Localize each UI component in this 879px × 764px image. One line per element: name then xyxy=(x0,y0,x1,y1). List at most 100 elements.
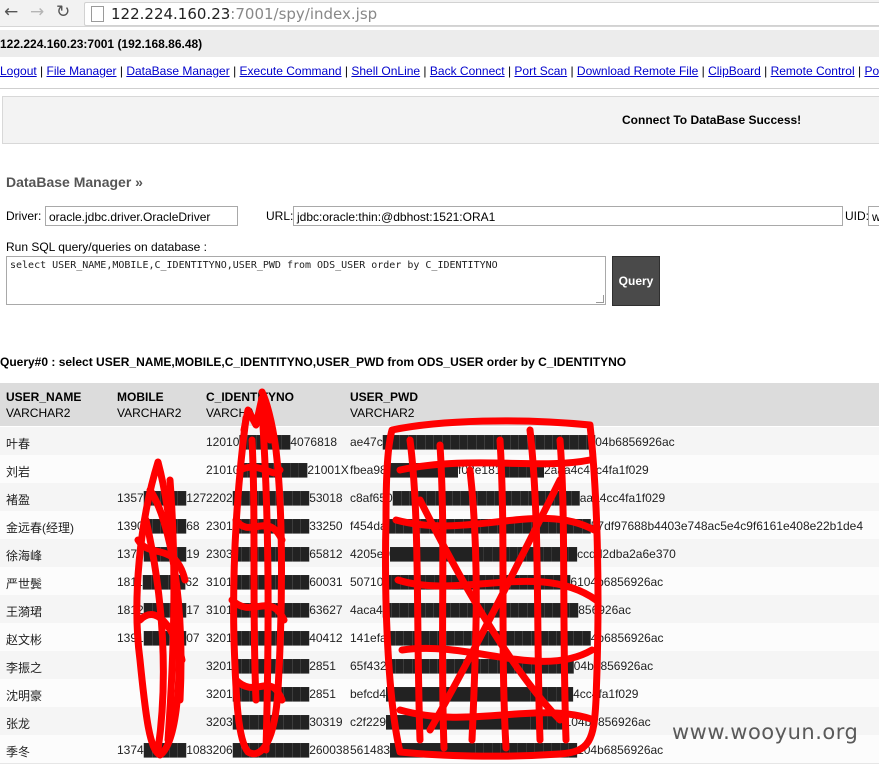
table-header: USER_NAME VARCHAR2 MOBILE VARCHAR2 C_IDENT… xyxy=(0,383,879,426)
password-cell: 141efa████████████████████████4b6856926a… xyxy=(350,631,664,645)
identity-cell: 3206█████████260038 xyxy=(206,743,350,757)
menu-link[interactable]: Shell OnLine xyxy=(351,64,420,78)
menu-separator: | xyxy=(698,64,709,78)
url-label: URL: xyxy=(266,209,294,223)
identity-cell: 12010██████4076818 xyxy=(206,435,338,449)
identity-cell: 3101█████████60031 xyxy=(206,575,343,589)
password-cell: 4aca4███████████████████████856926ac xyxy=(350,603,631,617)
password-cell: fbea98f████████f02e181█████2aaa4c4cc4fa1… xyxy=(350,463,649,477)
identity-cell: 3201█████████2851 xyxy=(206,659,336,673)
identity-cell: 3101█████████63627 xyxy=(206,603,343,617)
table-row: 褚盈 1357█████127 2202█████████53018 c8af650█… xyxy=(0,483,879,512)
password-cell: f454da████████████████████████57df97688b… xyxy=(350,519,864,533)
table-row: 王漪珺 1812█████17 3101█████████63627 4aca4███… xyxy=(0,595,879,624)
menu-link[interactable]: Remote Control xyxy=(771,64,855,78)
password-cell: 50710██████████████████████6104b6856926a… xyxy=(350,575,664,589)
divider xyxy=(0,88,879,89)
menu-link[interactable]: ClipBoard xyxy=(708,64,761,78)
column-header: C_IDENTITYNO VARCHAR2 xyxy=(206,390,295,420)
address-bar[interactable]: 122.224.160.23:7001/spy/index.jsp xyxy=(84,2,879,26)
menu-separator: | xyxy=(854,64,865,78)
status-message: Connect To DataBase Success! xyxy=(622,113,802,127)
table-row: 叶春 12010██████4076818 ae47c███████████████… xyxy=(0,427,879,456)
browser-toolbar: ← → ↻ 122.224.160.23:7001/spy/index.jsp xyxy=(0,0,879,27)
menu-separator: | xyxy=(420,64,430,78)
table-row: 赵文彬 1391█████07 3201█████████40412 141efa██… xyxy=(0,623,879,652)
menu-separator: | xyxy=(36,64,47,78)
driver-label: Driver: xyxy=(6,209,42,223)
uid-label: UID: xyxy=(845,209,869,223)
driver-input[interactable]: oracle.jdbc.driver.OracleDriver xyxy=(45,206,238,226)
table-row: 严世鬓 1811█████62 3101█████████60031 50710███… xyxy=(0,567,879,596)
mobile-cell: 1390█████68 xyxy=(117,519,200,533)
password-cell: befcd4██████████████████████4cc4fa1f029 xyxy=(350,687,639,701)
host-info: 122.224.160.23:7001 (192.168.86.48) xyxy=(0,37,203,51)
reload-icon[interactable]: ↻ xyxy=(56,2,70,22)
arrow-right-icon[interactable]: → xyxy=(30,2,44,22)
menu-separator: | xyxy=(229,64,240,78)
password-cell: c2f229█████████████████████104b6856926ac xyxy=(350,715,651,729)
status-message-box: Connect To DataBase Success! xyxy=(2,96,879,144)
main-menu: Logout | File Manager | DataBase Manager… xyxy=(0,64,879,80)
section-title: DataBase Manager » xyxy=(6,174,143,190)
identity-cell: 3201█████████2851 xyxy=(206,687,336,701)
user-name-cell: 金远春(经理) xyxy=(6,521,74,535)
column-header: MOBILE VARCHAR2 xyxy=(117,390,182,420)
menu-link[interactable]: Download Remote File xyxy=(577,64,698,78)
query-title: Query#0 : select USER_NAME,MOBILE,C_IDEN… xyxy=(0,355,627,369)
mobile-cell: 1377█████19 xyxy=(117,547,200,561)
user-name-cell: 褚盈 xyxy=(6,493,31,507)
identity-cell: 21010████████21001X xyxy=(206,463,349,477)
password-cell: 4205e9██████████████████████ccdd2dba2a6e… xyxy=(350,547,676,561)
password-cell: 561483██████████████████████104b6856926a… xyxy=(350,743,664,757)
password-cell: c8af650██████████████████████aaa4cc4fa1f… xyxy=(350,491,666,505)
menu-separator: | xyxy=(116,64,127,78)
url-input[interactable]: jdbc:oracle:thin:@dbhost:1521:ORA1 xyxy=(293,206,843,226)
menu-separator: | xyxy=(504,64,515,78)
menu-link[interactable]: File Manager xyxy=(47,64,117,78)
menu-link[interactable]: Logout xyxy=(0,64,37,78)
identity-cell: 2303█████████65812 xyxy=(206,547,343,561)
watermark: www.wooyun.org xyxy=(672,720,859,744)
sql-label: Run SQL query/queries on database : xyxy=(6,240,208,254)
column-header: USER_PWD VARCHAR2 xyxy=(350,390,419,420)
user-name-cell: 王漪珺 xyxy=(6,605,43,619)
mobile-cell: 1357█████127 xyxy=(117,491,207,505)
sql-text: select USER_NAME,MOBILE,C_IDENTITYNO,USE… xyxy=(10,260,498,271)
identity-cell: 3201█████████40412 xyxy=(206,631,343,645)
menu-link[interactable]: Port Map xyxy=(864,64,879,78)
page-icon xyxy=(91,6,104,22)
table-row: 徐海峰 1377█████19 2303█████████65812 4205e9██… xyxy=(0,539,879,568)
address-url[interactable]: 122.224.160.23:7001/spy/index.jsp xyxy=(111,5,377,23)
table-row: 沈明豪 3201█████████2851 befcd4██████████████… xyxy=(0,679,879,708)
query-button[interactable]: Query xyxy=(612,256,660,306)
user-name-cell: 叶春 xyxy=(6,437,31,451)
table-row: 金远春(经理) 1390█████68 2301█████████33250 f454… xyxy=(0,511,879,540)
password-cell: 65f432██████████████████████04b6856926ac xyxy=(350,659,654,673)
menu-link[interactable]: DataBase Manager xyxy=(126,64,229,78)
menu-separator: | xyxy=(760,64,771,78)
user-name-cell: 沈明豪 xyxy=(6,689,43,703)
mobile-cell: 1374█████108 xyxy=(117,743,207,757)
password-cell: ae47c█████████████████████████04b6856926… xyxy=(350,435,675,449)
arrow-left-icon[interactable]: ← xyxy=(4,2,18,22)
identity-cell: 2202█████████53018 xyxy=(206,491,343,505)
user-name-cell: 徐海峰 xyxy=(6,549,43,563)
user-name-cell: 张龙 xyxy=(6,717,31,731)
menu-link[interactable]: Port Scan xyxy=(514,64,567,78)
user-name-cell: 严世鬓 xyxy=(6,577,43,591)
sql-textarea[interactable]: select USER_NAME,MOBILE,C_IDENTITYNO,USE… xyxy=(6,256,606,305)
table-row: 刘岩 21010████████21001X fbea98f████████f02e… xyxy=(0,455,879,484)
host-bar: 122.224.160.23:7001 (192.168.86.48) xyxy=(0,30,879,57)
menu-link[interactable]: Execute Command xyxy=(240,64,342,78)
identity-cell: 3203█████████30319 xyxy=(206,715,343,729)
user-name-cell: 季冬 xyxy=(6,745,31,759)
uid-input[interactable]: w xyxy=(868,206,879,226)
mobile-cell: 1812█████17 xyxy=(117,603,200,617)
user-name-cell: 赵文彬 xyxy=(6,633,43,647)
column-header: USER_NAME VARCHAR2 xyxy=(6,390,82,420)
user-name-cell: 李振之 xyxy=(6,661,43,675)
table-row: 李振之 3201█████████2851 65f432██████████████… xyxy=(0,651,879,680)
menu-link[interactable]: Back Connect xyxy=(430,64,505,78)
resize-grip-icon[interactable] xyxy=(596,295,604,303)
